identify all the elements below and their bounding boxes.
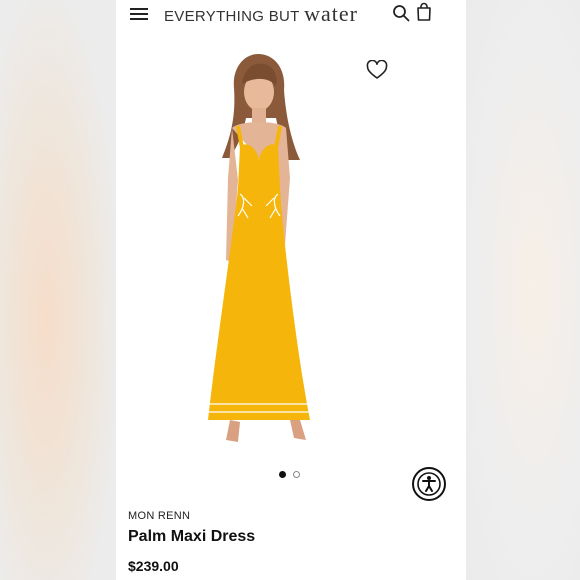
accessibility-button[interactable] <box>412 467 446 501</box>
accessibility-icon <box>417 472 441 496</box>
product-brand[interactable]: MON RENN <box>128 510 190 522</box>
heart-icon[interactable] <box>366 60 388 80</box>
product-page: EVERYTHING BUT water MON RENN Palm Maxi … <box>116 0 466 580</box>
logo-text-water: water <box>304 1 358 26</box>
carousel-dot-2[interactable] <box>293 471 300 478</box>
search-icon[interactable] <box>392 4 410 22</box>
background-right <box>466 0 580 580</box>
product-photo[interactable] <box>196 48 356 458</box>
hamburger-menu-icon[interactable] <box>130 8 148 20</box>
background-left <box>0 0 116 580</box>
carousel-dot-1[interactable] <box>279 471 286 478</box>
site-header: EVERYTHING BUT water <box>116 0 466 26</box>
carousel-indicators <box>279 471 309 481</box>
shopping-bag-icon[interactable] <box>415 2 433 22</box>
logo-text-primary: EVERYTHING BUT <box>164 8 300 25</box>
product-title: Palm Maxi Dress <box>128 528 256 545</box>
product-price: $239.00 <box>128 558 179 574</box>
site-logo[interactable]: EVERYTHING BUT water <box>164 1 358 27</box>
